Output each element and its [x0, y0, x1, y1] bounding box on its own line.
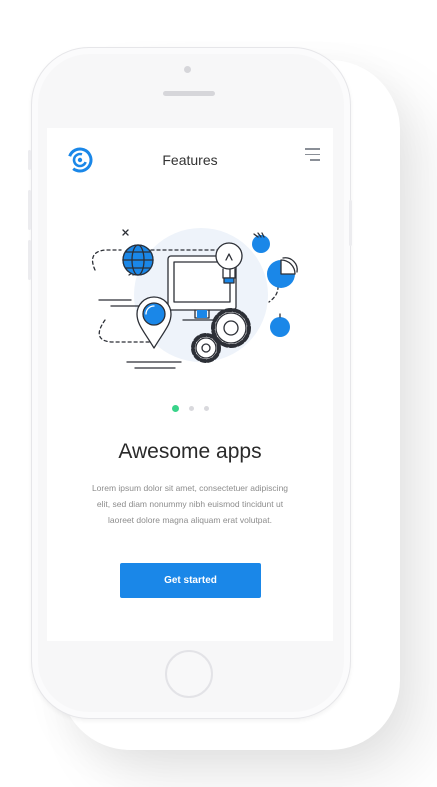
- headline: Awesome apps: [118, 440, 262, 463]
- phone-volume-up: [28, 190, 31, 230]
- hamburger-menu-icon[interactable]: [305, 148, 321, 162]
- phone-volume-down: [28, 240, 31, 280]
- phone-camera: [184, 66, 191, 73]
- features-illustration: [91, 210, 301, 385]
- pager-dot-1[interactable]: [171, 405, 179, 412]
- pager-dot-3[interactable]: [203, 406, 209, 411]
- pager-dots: [47, 405, 333, 412]
- phone-power-button: [349, 200, 352, 246]
- pager-dot-2[interactable]: [188, 406, 194, 411]
- page-title: Features: [162, 152, 218, 168]
- app-screen: Features Awesome apps Lorem ipsum dolor …: [47, 128, 333, 641]
- phone-side-button: [28, 150, 31, 170]
- description-text: Lorem ipsum dolor sit amet, consectetuer…: [91, 483, 289, 525]
- phone-speaker: [163, 91, 215, 96]
- get-started-button[interactable]: Get started: [120, 563, 261, 598]
- phone-home-button[interactable]: [165, 650, 213, 698]
